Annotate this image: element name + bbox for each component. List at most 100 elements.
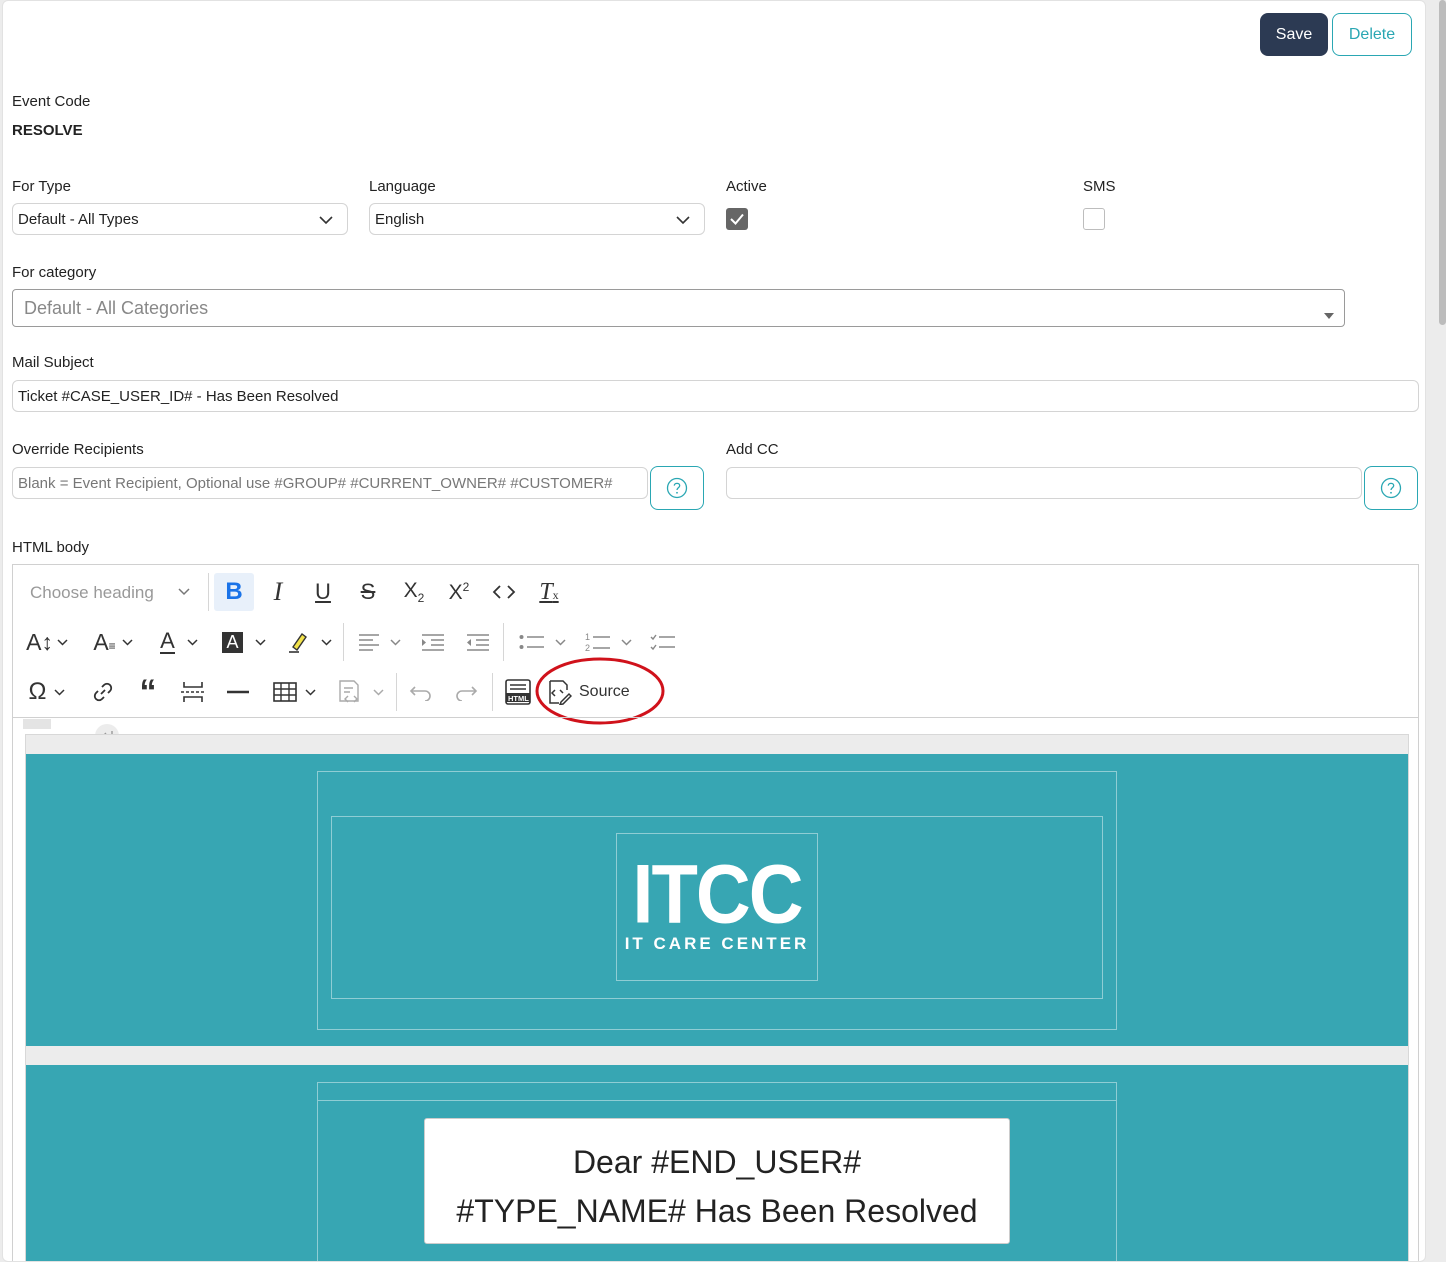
superscript-button[interactable]: X2 bbox=[440, 573, 478, 611]
add-cc-help-button[interactable] bbox=[1364, 466, 1418, 510]
caret-down-icon bbox=[1323, 304, 1335, 325]
chevron-down-icon bbox=[319, 212, 333, 229]
bold-button[interactable]: B bbox=[214, 573, 254, 611]
heading-dropdown-label: Choose heading bbox=[30, 583, 154, 602]
indent-button[interactable] bbox=[415, 623, 451, 661]
remove-format-button[interactable]: Tx bbox=[531, 573, 567, 611]
chevron-down-icon bbox=[54, 688, 65, 696]
blockquote-button[interactable]: “ bbox=[130, 673, 166, 711]
insert-template-icon bbox=[337, 679, 363, 705]
todo-list-icon bbox=[650, 633, 676, 651]
active-label: Active bbox=[726, 178, 767, 195]
event-code-label: Event Code bbox=[12, 93, 91, 110]
outdent-button[interactable] bbox=[460, 623, 496, 661]
font-size-icon: A↕ bbox=[26, 628, 53, 655]
widget-handle[interactable] bbox=[23, 719, 51, 729]
logo-main-text: ITCC bbox=[632, 847, 803, 942]
chevron-down-icon bbox=[57, 638, 68, 646]
redo-icon bbox=[454, 683, 478, 701]
page-break-icon bbox=[180, 681, 206, 703]
font-size-button[interactable]: A↕ bbox=[21, 623, 73, 661]
font-color-button[interactable]: A bbox=[153, 623, 205, 661]
itcc-logo: ITCC IT CARE CENTER bbox=[616, 833, 818, 981]
subscript-button[interactable]: X2 bbox=[395, 573, 433, 611]
font-family-button[interactable]: A≡ bbox=[87, 623, 139, 661]
chevron-down-icon bbox=[620, 638, 632, 646]
for-category-value: Default - All Categories bbox=[24, 297, 209, 318]
save-button[interactable]: Save bbox=[1260, 13, 1328, 56]
code-icon bbox=[492, 584, 516, 600]
for-category-label: For category bbox=[12, 264, 97, 281]
page-break-button[interactable] bbox=[175, 673, 211, 711]
event-template-form: Save Delete Event Code RESOLVE For Type … bbox=[2, 0, 1426, 1262]
question-circle-icon bbox=[1380, 477, 1402, 499]
html-body-label: HTML body bbox=[12, 539, 89, 556]
add-cc-input[interactable] bbox=[726, 467, 1362, 499]
numbered-list-icon: 12 bbox=[585, 631, 611, 653]
active-checkbox[interactable] bbox=[726, 208, 748, 230]
for-type-label: For Type bbox=[12, 178, 71, 195]
chevron-down-icon bbox=[389, 638, 401, 646]
mail-subject-input[interactable]: Ticket #CASE_USER_ID# - Has Been Resolve… bbox=[12, 380, 1419, 412]
italic-icon: I bbox=[273, 577, 283, 606]
special-characters-button[interactable]: Ω bbox=[21, 673, 73, 711]
link-button[interactable] bbox=[85, 673, 121, 711]
superscript-icon: X2 bbox=[448, 579, 470, 604]
font-family-icon: A≡ bbox=[93, 628, 116, 655]
chevron-down-icon bbox=[554, 638, 566, 646]
sms-label: SMS bbox=[1083, 178, 1116, 195]
heading-dropdown[interactable]: Choose heading bbox=[21, 575, 201, 611]
link-icon bbox=[92, 681, 114, 703]
chevron-down-icon bbox=[178, 588, 190, 596]
italic-button[interactable]: I bbox=[260, 573, 296, 611]
underline-button[interactable]: U bbox=[305, 573, 341, 611]
strikethrough-button[interactable]: S bbox=[350, 573, 386, 611]
svg-text:HTML: HTML bbox=[508, 694, 529, 703]
check-icon bbox=[730, 213, 744, 225]
background-color-button[interactable]: A bbox=[218, 623, 270, 661]
page-scrollbar-thumb[interactable] bbox=[1439, 0, 1446, 325]
for-type-select[interactable]: Default - All Types bbox=[12, 203, 348, 235]
highlight-icon bbox=[287, 630, 311, 654]
override-recipients-label: Override Recipients bbox=[12, 441, 144, 458]
horizontal-line-button[interactable] bbox=[220, 673, 256, 711]
email-header: ITCC IT CARE CENTER bbox=[26, 754, 1408, 1046]
question-circle-icon bbox=[666, 477, 688, 499]
strikethrough-icon: S bbox=[360, 579, 376, 604]
chevron-down-icon bbox=[122, 638, 133, 646]
chevron-down-icon bbox=[255, 638, 266, 646]
html-embed-button[interactable]: HTML bbox=[500, 673, 536, 711]
for-type-value: Default - All Types bbox=[18, 210, 139, 228]
undo-icon bbox=[409, 683, 433, 701]
bulleted-list-icon bbox=[519, 633, 545, 651]
override-recipients-help-button[interactable] bbox=[650, 466, 704, 510]
override-recipients-input[interactable]: Blank = Event Recipient, Optional use #G… bbox=[12, 467, 648, 499]
underline-icon: U bbox=[315, 579, 331, 604]
outdent-icon bbox=[466, 633, 490, 651]
table-button[interactable] bbox=[268, 673, 320, 711]
sms-checkbox[interactable] bbox=[1083, 208, 1105, 230]
bold-icon: B bbox=[225, 578, 243, 605]
indent-icon bbox=[421, 633, 445, 651]
greeting-text: Dear #END_USER# bbox=[572, 1144, 862, 1180]
align-button[interactable] bbox=[353, 623, 405, 661]
html-body-editor: Choose heading B I U S X2 X2 Tx A↕ A≡ A … bbox=[12, 564, 1419, 1261]
undo-button[interactable] bbox=[403, 673, 439, 711]
insert-template-button[interactable] bbox=[331, 673, 389, 711]
blockquote-icon: “ bbox=[139, 673, 157, 711]
code-button[interactable] bbox=[486, 573, 522, 611]
greeting-card: Dear #END_USER# #TYPE_NAME# Has Been Res… bbox=[424, 1118, 1010, 1244]
chevron-down-icon bbox=[320, 638, 332, 646]
delete-button[interactable]: Delete bbox=[1332, 13, 1412, 56]
redo-button[interactable] bbox=[448, 673, 484, 711]
language-value: English bbox=[375, 210, 425, 228]
special-characters-icon: Ω bbox=[28, 678, 47, 705]
event-code-value: RESOLVE bbox=[12, 122, 83, 139]
align-icon bbox=[358, 633, 380, 651]
highlight-button[interactable] bbox=[283, 623, 335, 661]
for-category-select[interactable]: Default - All Categories bbox=[12, 289, 1345, 327]
font-color-icon: A bbox=[160, 628, 175, 654]
horizontal-line-icon bbox=[226, 689, 250, 695]
language-select[interactable]: English bbox=[369, 203, 705, 235]
remove-format-icon: Tx bbox=[539, 578, 559, 605]
